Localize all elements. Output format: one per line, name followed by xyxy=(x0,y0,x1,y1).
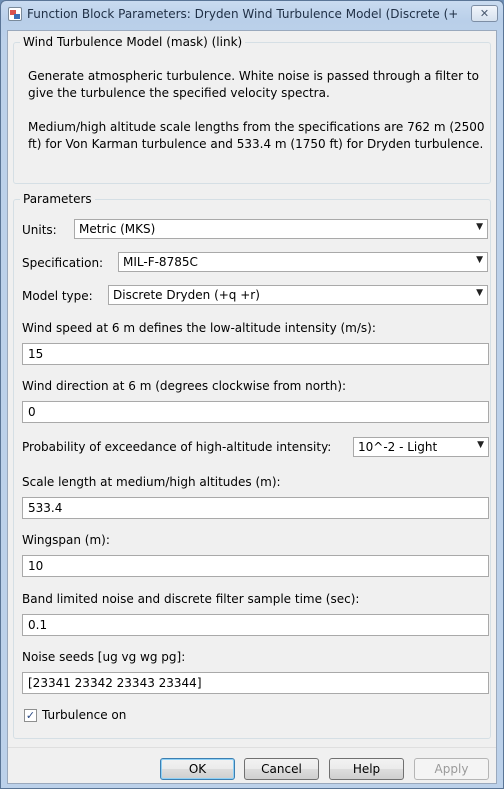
model-type-dropdown[interactable]: Discrete Dryden (+q +r) ▼ xyxy=(108,285,488,305)
sample-time-label: Band limited noise and discrete filter s… xyxy=(22,592,360,606)
window-title: Function Block Parameters: Dryden Wind T… xyxy=(27,7,457,21)
probability-value: 10^-2 - Light xyxy=(358,440,438,454)
mask-description-group: Wind Turbulence Model (mask) (link) xyxy=(13,35,491,184)
probability-label: Probability of exceedance of high-altitu… xyxy=(22,440,332,454)
mask-description-1: Generate atmospheric turbulence. White n… xyxy=(28,69,479,100)
cancel-button[interactable]: Cancel xyxy=(244,758,319,780)
units-dropdown[interactable]: Metric (MKS) ▼ xyxy=(74,219,488,239)
ok-button[interactable]: OK xyxy=(160,758,235,780)
model-type-value: Discrete Dryden (+q +r) xyxy=(113,288,260,302)
model-type-label: Model type: xyxy=(22,289,93,303)
probability-dropdown[interactable]: 10^-2 - Light ▼ xyxy=(353,437,489,457)
title-bar[interactable]: Function Block Parameters: Dryden Wind T… xyxy=(1,1,503,27)
wingspan-label: Wingspan (m): xyxy=(22,533,110,547)
button-bar-divider xyxy=(8,747,496,748)
help-button[interactable]: Help xyxy=(329,758,404,780)
chevron-down-icon: ▼ xyxy=(476,255,483,265)
noise-seeds-label: Noise seeds [ug vg wg pg]: xyxy=(22,650,186,664)
sample-time-field[interactable]: 0.1 xyxy=(22,614,489,636)
scale-length-label: Scale length at medium/high altitudes (m… xyxy=(22,475,281,489)
apply-button[interactable]: Apply xyxy=(414,758,489,780)
mask-description-2: Medium/high altitude scale lengths from … xyxy=(28,120,485,151)
checkmark-icon: ✓ xyxy=(25,708,36,722)
dialog-body: Wind Turbulence Model (mask) (link) Gene… xyxy=(7,30,497,784)
turbulence-on-option[interactable]: ✓ Turbulence on xyxy=(24,708,126,722)
simulink-block-icon xyxy=(8,7,22,21)
turbulence-on-checkbox[interactable]: ✓ xyxy=(24,708,37,722)
parameters-group-title: Parameters xyxy=(20,192,95,206)
units-value: Metric (MKS) xyxy=(79,222,156,236)
wingspan-field[interactable]: 10 xyxy=(22,555,489,577)
scale-length-field[interactable]: 533.4 xyxy=(22,497,489,519)
noise-seeds-field[interactable]: [23341 23342 23343 23344] xyxy=(22,672,489,694)
specification-value: MIL-F-8785C xyxy=(123,255,198,269)
close-icon: ✕ xyxy=(479,7,490,20)
chevron-down-icon: ▼ xyxy=(476,288,483,298)
mask-group-title: Wind Turbulence Model (mask) (link) xyxy=(20,35,246,49)
wind-speed-label: Wind speed at 6 m defines the low-altitu… xyxy=(22,321,376,335)
chevron-down-icon: ▼ xyxy=(477,440,484,450)
close-button[interactable]: ✕ xyxy=(471,5,498,22)
turbulence-on-label: Turbulence on xyxy=(42,708,127,722)
wind-speed-field[interactable]: 15 xyxy=(22,343,489,365)
dialog-window: Function Block Parameters: Dryden Wind T… xyxy=(0,0,504,789)
wind-direction-field[interactable]: 0 xyxy=(22,401,489,423)
wind-direction-label: Wind direction at 6 m (degrees clockwise… xyxy=(22,379,347,393)
specification-label: Specification: xyxy=(22,256,104,270)
chevron-down-icon: ▼ xyxy=(476,222,483,232)
specification-dropdown[interactable]: MIL-F-8785C ▼ xyxy=(118,252,488,272)
units-label: Units: xyxy=(22,223,57,237)
